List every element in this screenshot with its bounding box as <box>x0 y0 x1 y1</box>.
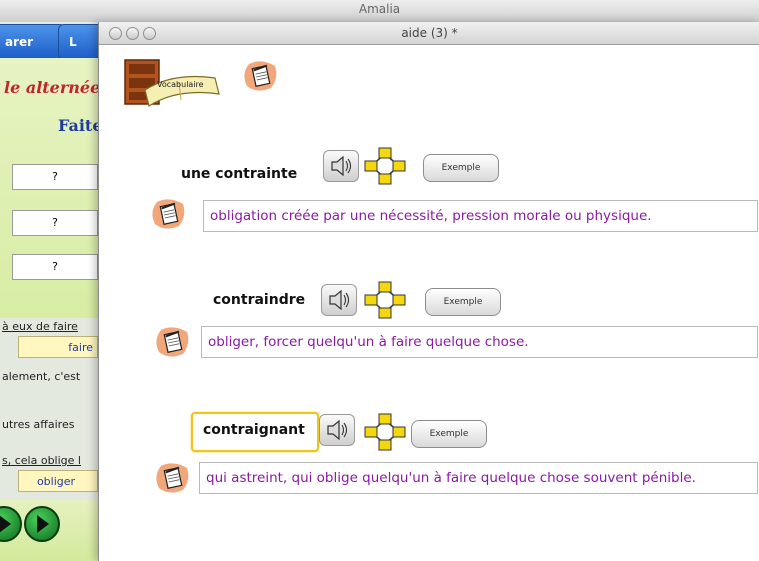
term-une-contrainte[interactable]: une contrainte <box>181 166 297 182</box>
speaker-icon <box>331 155 352 177</box>
background-text-line-4: s, cela oblige l <box>2 454 81 467</box>
speaker-icon <box>327 419 348 441</box>
relations-diagram-icon-2[interactable] <box>363 280 407 320</box>
speaker-icon <box>329 289 350 311</box>
notepad-icon-3[interactable] <box>155 462 191 494</box>
speaker-button-1[interactable] <box>323 150 359 182</box>
speaker-button-3[interactable] <box>319 414 355 446</box>
term-contraignant[interactable]: contraignant <box>203 422 305 438</box>
notepad-icon-1[interactable] <box>151 198 187 230</box>
background-tab-2-label: L <box>69 35 77 49</box>
relations-diagram-icon-1[interactable] <box>363 146 407 186</box>
background-answer-box-1[interactable]: ? <box>12 164 98 190</box>
help-window: aide (3) * Vocabulaire une contrainte Ex… <box>98 22 759 561</box>
exemple-button-1[interactable]: Exemple <box>423 154 499 182</box>
definition-field-3[interactable]: qui astreint, qui oblige quelqu'un à fai… <box>199 462 758 494</box>
background-text-line-2: alement, c'est <box>2 370 81 383</box>
background-tab-1[interactable]: arer <box>0 24 66 60</box>
notepad-icon-header[interactable] <box>243 60 279 92</box>
definition-field-1[interactable]: obligation créée par une nécessité, pres… <box>203 200 758 232</box>
background-text-line-1: à eux de faire <box>2 320 78 333</box>
exemple-button-2[interactable]: Exemple <box>425 288 501 316</box>
relations-diagram-icon-3[interactable] <box>363 412 407 452</box>
background-field-faire[interactable]: faire <box>18 336 98 358</box>
background-heading-blue: Faite <box>58 116 103 135</box>
background-titlebar: Amalia <box>0 0 759 23</box>
exemple-button-3[interactable]: Exemple <box>411 420 487 448</box>
definition-field-2[interactable]: obliger, forcer quelqu'un à faire quelqu… <box>201 326 758 358</box>
help-window-titlebar[interactable]: aide (3) * <box>99 22 759 45</box>
term-contraindre[interactable]: contraindre <box>213 292 305 308</box>
help-window-title: aide (3) * <box>401 26 458 40</box>
background-answer-box-3[interactable]: ? <box>12 254 98 280</box>
speaker-button-2[interactable] <box>321 284 357 316</box>
background-text-line-3: utres affaires <box>2 418 75 431</box>
background-answer-box-2[interactable]: ? <box>12 210 98 236</box>
background-app-title: Amalia <box>358 2 401 16</box>
background-field-obliger[interactable]: obliger <box>18 470 98 492</box>
background-play-button[interactable] <box>24 506 60 542</box>
vocabulary-label: Vocabulaire <box>157 80 204 89</box>
background-heading-red: le alternée <box>4 78 101 97</box>
notepad-icon-2[interactable] <box>155 326 191 358</box>
background-tab-1-label: arer <box>5 35 34 49</box>
vocabulary-book-icon[interactable]: Vocabulaire <box>123 54 223 109</box>
